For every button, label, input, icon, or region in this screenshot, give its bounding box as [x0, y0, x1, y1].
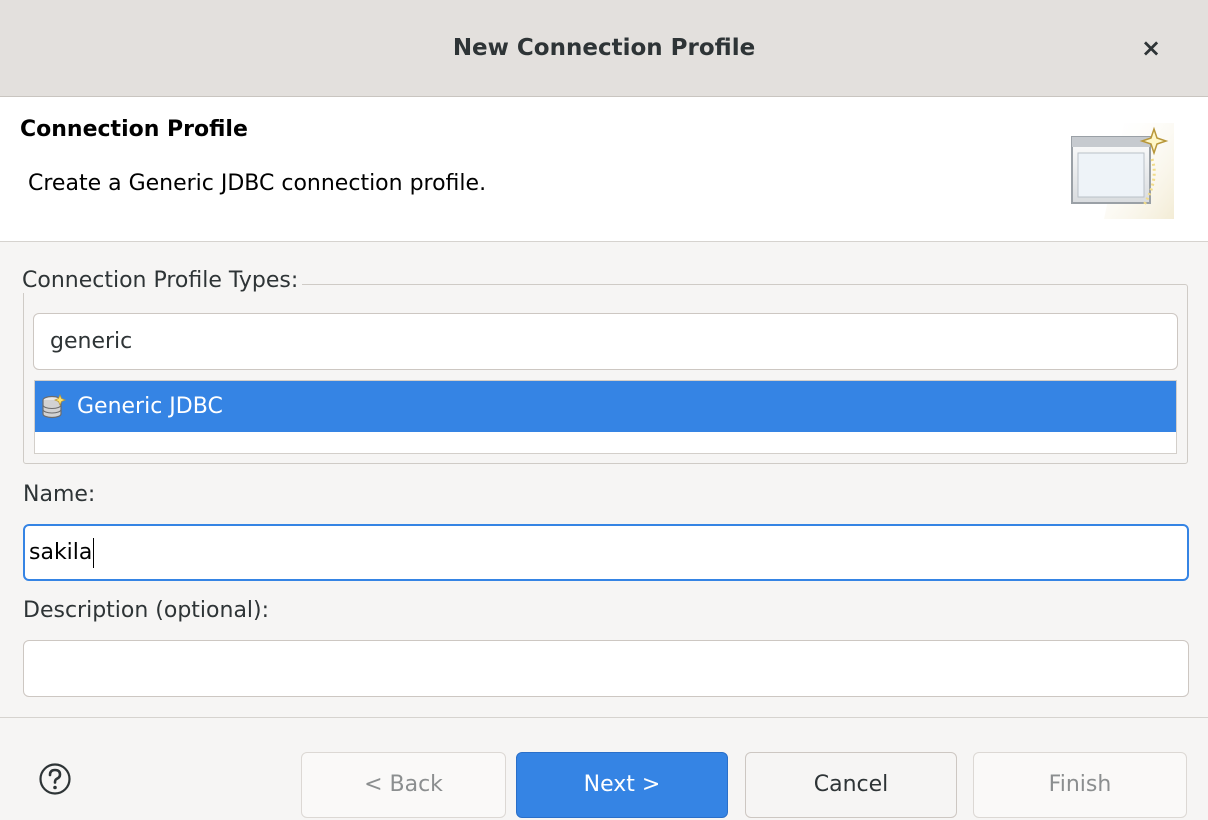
button-bar-separator [0, 717, 1208, 718]
name-field-value: sakila [29, 540, 93, 565]
description-label: Description (optional): [23, 598, 270, 623]
new-wizard-icon [1071, 123, 1174, 219]
list-item-label: Generic JDBC [77, 394, 223, 419]
description-field[interactable] [23, 640, 1189, 697]
close-icon[interactable]: × [1138, 35, 1164, 61]
next-button[interactable]: Next > [516, 752, 728, 818]
page-description: Create a Generic JDBC connection profile… [28, 171, 487, 196]
wizard-banner: Connection Profile Create a Generic JDBC… [0, 97, 1208, 242]
database-icon [42, 394, 67, 419]
list-item-generic-jdbc[interactable]: Generic JDBC [35, 381, 1176, 432]
name-field[interactable]: sakila [23, 524, 1189, 581]
back-button[interactable]: < Back [301, 752, 506, 818]
profile-type-filter-input[interactable]: generic [33, 313, 1178, 370]
finish-button[interactable]: Finish [973, 752, 1187, 818]
title-bar: New Connection Profile × [0, 0, 1208, 97]
text-caret [93, 538, 95, 568]
help-icon[interactable] [38, 762, 72, 796]
page-title: Connection Profile [20, 117, 248, 142]
cancel-button[interactable]: Cancel [745, 752, 957, 818]
profile-types-legend: Connection Profile Types: [22, 268, 303, 293]
dialog-title: New Connection Profile [452, 35, 756, 61]
new-connection-profile-dialog: New Connection Profile × Connection Prof… [0, 0, 1208, 820]
name-label: Name: [23, 482, 96, 507]
profile-type-list[interactable]: Generic JDBC [34, 380, 1177, 454]
